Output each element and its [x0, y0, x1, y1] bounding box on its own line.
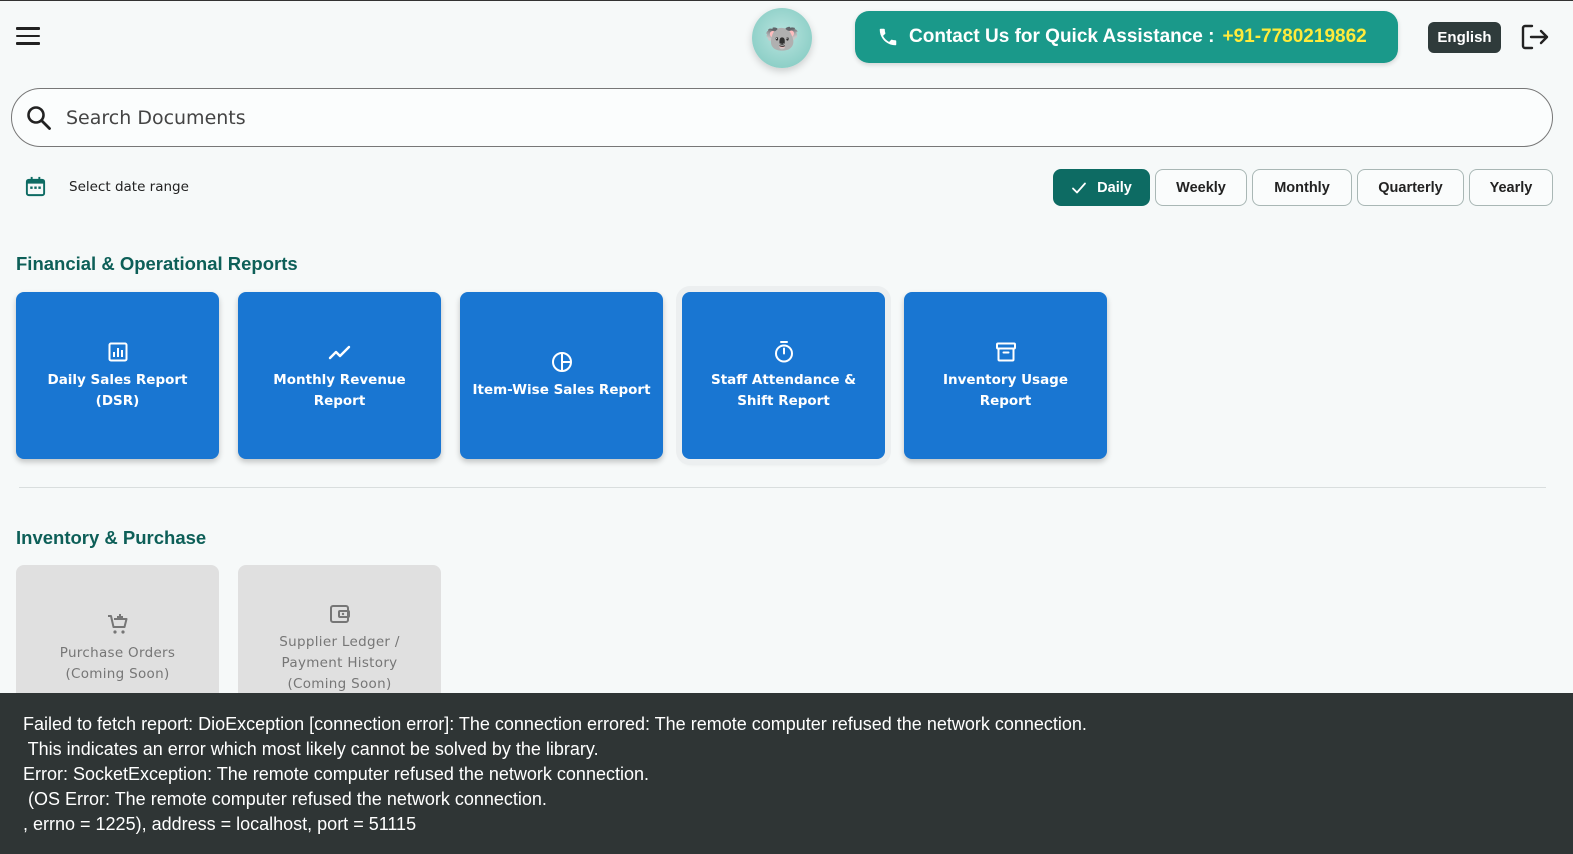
- add-cart-icon: [107, 613, 127, 634]
- card-label: Purchase Orders (Coming Soon): [59, 644, 176, 682]
- section-title-inventory: Inventory & Purchase: [16, 527, 207, 548]
- card-inventory-usage-report[interactable]: Inventory Usage Report: [904, 292, 1107, 459]
- date-range-picker[interactable]: Select date range: [24, 175, 189, 198]
- card-label: Inventory Usage Report: [942, 371, 1068, 409]
- period-selector: Daily Weekly Monthly Quarterly Yearly: [1053, 169, 1553, 206]
- card-label: Item-Wise Sales Report: [472, 382, 651, 398]
- period-daily-label: Daily: [1097, 179, 1132, 196]
- date-range-label: Select date range: [69, 178, 189, 195]
- card-label: Supplier Ledger / Payment History (Comin…: [279, 634, 400, 692]
- phone-icon: [879, 28, 897, 46]
- card-daily-sales-report[interactable]: Daily Sales Report (DSR): [16, 292, 219, 459]
- card-item-wise-sales-report[interactable]: Item-Wise Sales Report: [460, 292, 663, 459]
- calendar-icon: [25, 176, 46, 197]
- period-monthly[interactable]: Monthly: [1252, 169, 1352, 206]
- card-label: Staff Attendance & Shift Report: [710, 371, 857, 409]
- section-title-financial: Financial & Operational Reports: [16, 253, 298, 274]
- wallet-icon: [329, 605, 350, 623]
- avatar[interactable]: 🐨: [752, 8, 812, 68]
- card-monthly-revenue-report[interactable]: Monthly Revenue Report: [238, 292, 441, 459]
- logout-icon[interactable]: [1520, 23, 1550, 51]
- period-yearly[interactable]: Yearly: [1469, 169, 1553, 206]
- card-label: Daily Sales Report (DSR): [47, 371, 188, 409]
- contact-label: Contact Us for Quick Assistance :: [909, 26, 1215, 47]
- app-root: 🐨 Contact Us for Quick Assistance : +91-…: [0, 0, 1573, 854]
- card-label: Monthly Revenue Report: [273, 371, 406, 409]
- menu-icon[interactable]: [16, 27, 40, 47]
- bar-chart-icon: [108, 342, 127, 361]
- period-weekly[interactable]: Weekly: [1155, 169, 1247, 206]
- search-input[interactable]: [66, 106, 1552, 129]
- contact-phone: +91-7780219862: [1222, 26, 1367, 47]
- pie-chart-icon: [551, 352, 572, 372]
- archive-icon: [995, 342, 1016, 361]
- search-icon: [27, 105, 51, 130]
- card-staff-attendance-report[interactable]: Staff Attendance & Shift Report: [682, 292, 885, 459]
- koala-avatar-icon: 🐨: [764, 22, 800, 54]
- language-button[interactable]: English: [1428, 22, 1501, 53]
- section-divider: [19, 487, 1546, 488]
- contact-button[interactable]: Contact Us for Quick Assistance : +91-77…: [855, 11, 1398, 63]
- financial-cards: Daily Sales Report (DSR) Monthly Revenue…: [16, 292, 1107, 459]
- timer-icon: [774, 340, 793, 362]
- period-daily[interactable]: Daily: [1053, 169, 1150, 206]
- check-icon: [1072, 182, 1087, 193]
- period-quarterly[interactable]: Quarterly: [1357, 169, 1464, 206]
- search-bar: [11, 88, 1553, 147]
- trending-up-icon: [328, 345, 350, 359]
- error-snackbar: Failed to fetch report: DioException [co…: [0, 693, 1573, 854]
